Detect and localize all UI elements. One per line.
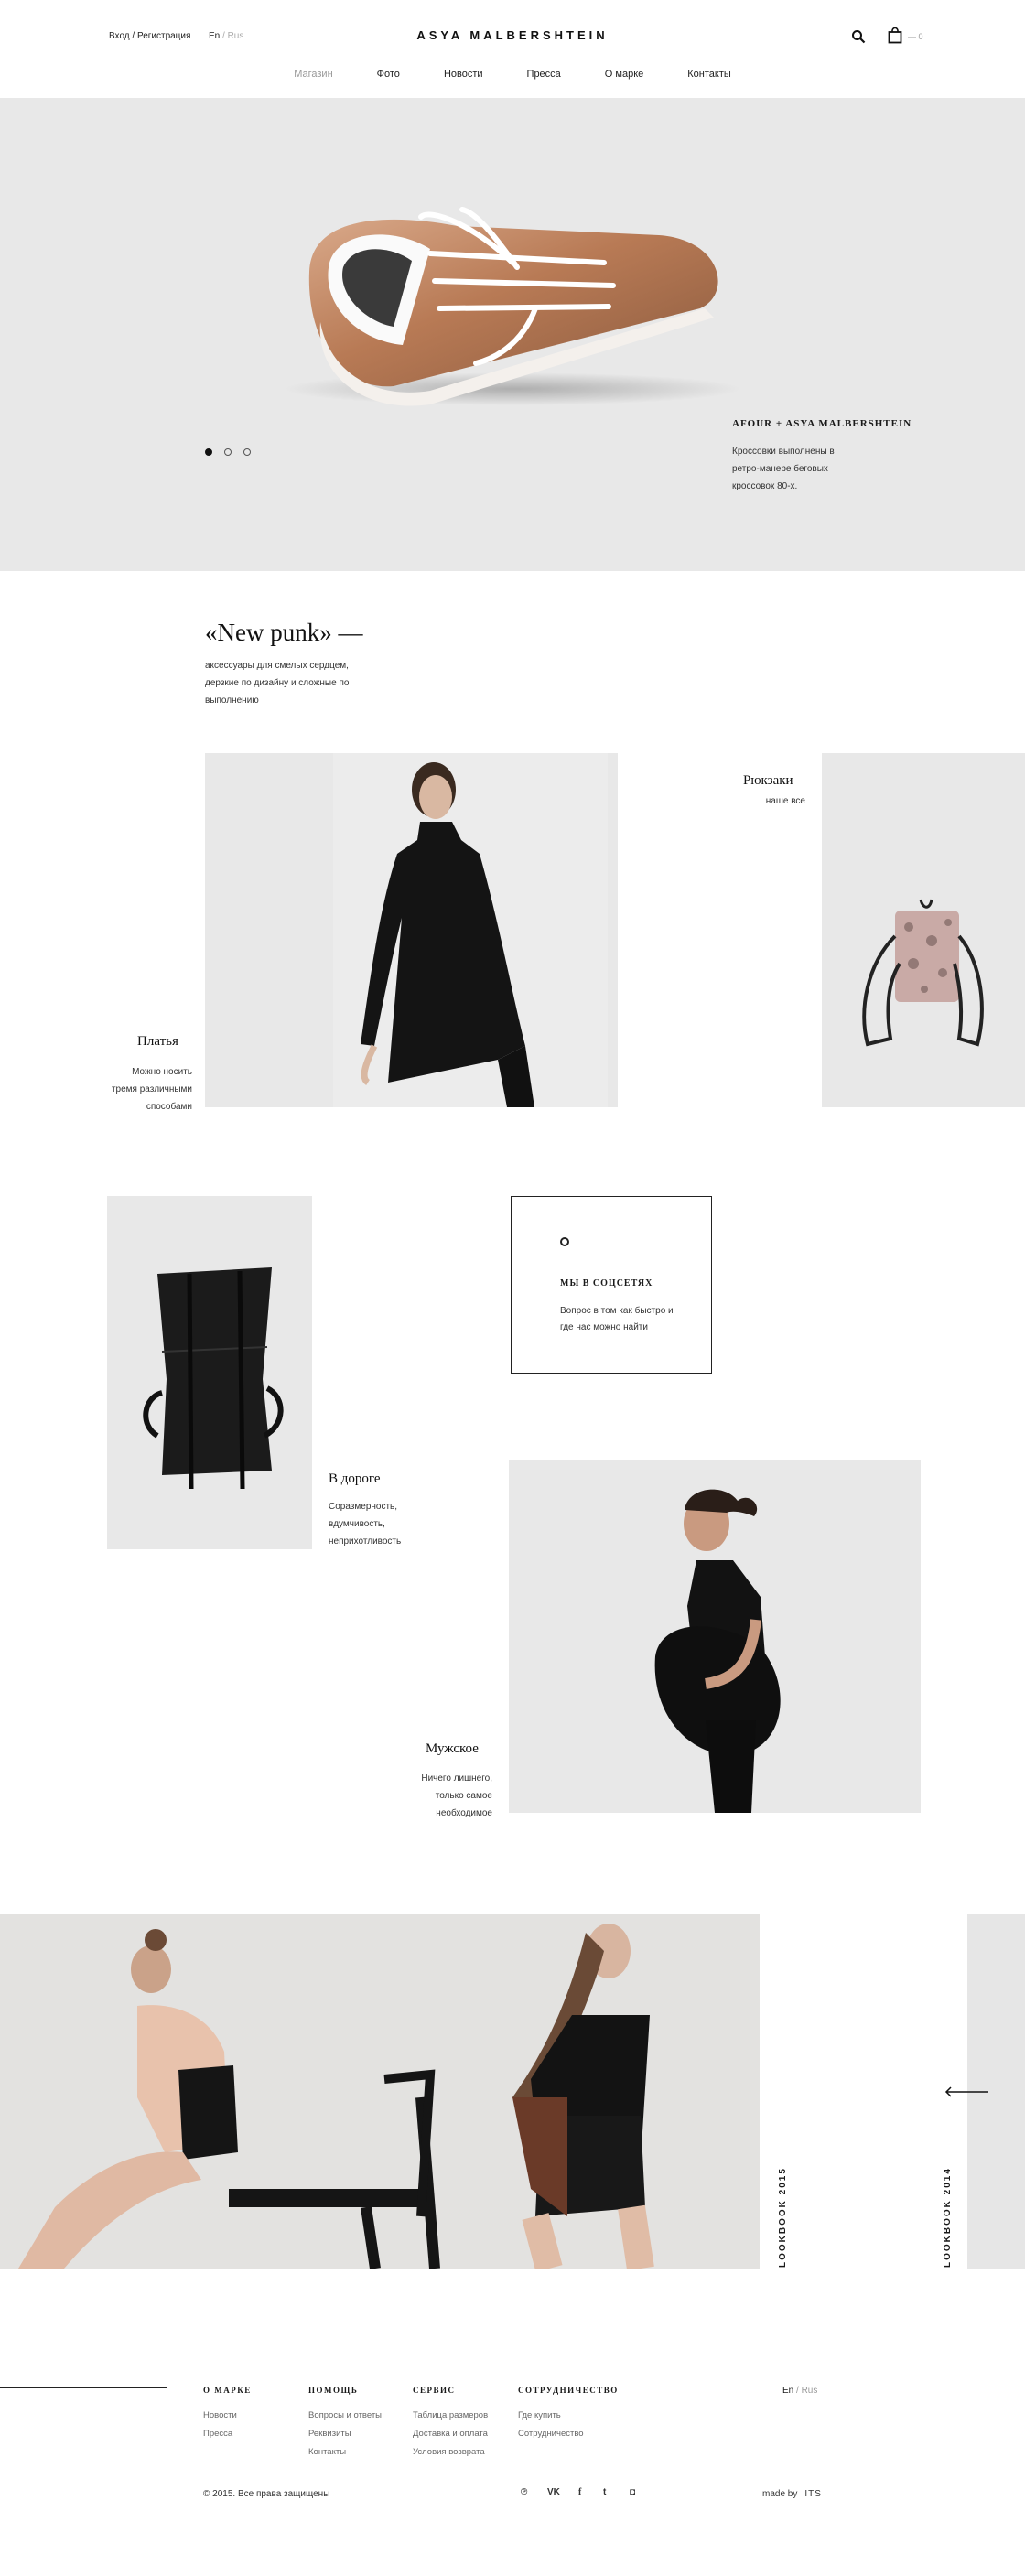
black-backpack-image (143, 1267, 284, 1490)
footer-partners-title: СОТРУДНИЧЕСТВО (518, 2386, 619, 2395)
section-subtitle: аксессуары для смелых сердцем, дерзкие п… (205, 661, 350, 706)
section-title: «New punk» — (205, 619, 363, 646)
man-with-bag-image (654, 1489, 781, 1813)
arrow-left-icon[interactable] (944, 2086, 990, 2097)
footer-about-title: О МАРКЕ (203, 2386, 252, 2395)
cart-count: — 0 (908, 32, 923, 41)
footer-link-partnership[interactable]: Сотрудничество (518, 2429, 584, 2439)
sneaker-image (284, 207, 741, 406)
lookbook-models-image (0, 1914, 760, 2269)
facebook-icon[interactable]: f (578, 2487, 581, 2497)
main-nav: Магазин Фото Новости Пресса О марке Конт… (0, 69, 1025, 80)
nav-contacts[interactable]: Контакты (665, 69, 753, 80)
footer-lang-en[interactable]: En (782, 2386, 793, 2396)
copyright: © 2015. Все права защищены (203, 2489, 330, 2499)
made-by-label: made by (762, 2489, 798, 2499)
lookbook-2015-photo[interactable] (0, 1914, 760, 2269)
backpacks-photo[interactable] (822, 753, 1025, 1107)
brand-logo[interactable]: ASYA MALBERSHTEIN (0, 28, 1025, 42)
nav-photo[interactable]: Фото (355, 69, 422, 80)
social-ring-icon (560, 1237, 569, 1246)
dress-model-image (333, 753, 608, 1107)
footer-link-faq[interactable]: Вопросы и ответы (308, 2410, 382, 2420)
lookbook-2014-label[interactable]: LOOKBOOK 2014 (943, 2167, 953, 2268)
footer-language-switcher[interactable]: En / Rus (782, 2386, 817, 2396)
nav-news[interactable]: Новости (422, 69, 505, 80)
hero-title: AFOUR + ASYA MALBERSHTEIN (732, 418, 912, 429)
footer-link-sizes[interactable]: Таблица размеров (413, 2410, 488, 2420)
pinterest-icon[interactable]: ℗ (521, 2487, 527, 2497)
dresses-text: Можно носить тремя различными способами (111, 1067, 192, 1112)
footer-help-title: ПОМОЩЬ (308, 2386, 359, 2395)
footer-link-delivery[interactable]: Доставка и оплата (413, 2429, 488, 2439)
vk-icon[interactable]: VK (547, 2487, 560, 2497)
footer-link-returns[interactable]: Условия возврата (413, 2447, 485, 2457)
nav-about[interactable]: О марке (583, 69, 665, 80)
hero-description: Кроссовки выполнены в ретро-манере бегов… (732, 447, 835, 491)
slider-dot-1[interactable] (205, 448, 212, 456)
shopping-bag-icon[interactable] (888, 27, 902, 44)
social-text: Вопрос в том как быстро и где нас можно … (560, 1306, 674, 1332)
footer-link-where-to-buy[interactable]: Где купить (518, 2410, 561, 2420)
backpacks-title[interactable]: Рюкзаки (743, 773, 793, 789)
slider-dot-3[interactable] (243, 448, 251, 456)
backpacks-text: наше все (765, 796, 805, 806)
nav-press[interactable]: Пресса (505, 69, 583, 80)
footer-divider (0, 2387, 167, 2388)
travel-photo[interactable] (107, 1196, 312, 1549)
made-by[interactable]: made by ITS (762, 2489, 822, 2499)
snake-backpack-image (862, 899, 984, 1047)
footer-link-contacts[interactable]: Контакты (308, 2447, 346, 2457)
made-by-studio[interactable]: ITS (804, 2489, 822, 2499)
footer-lang-rus[interactable]: Rus (802, 2386, 818, 2396)
men-photo[interactable] (509, 1460, 921, 1813)
footer-lang-separator: / (793, 2386, 802, 2396)
footer-link-press[interactable]: Пресса (203, 2429, 232, 2439)
nav-shop[interactable]: Магазин (272, 69, 354, 80)
footer-link-details[interactable]: Реквизиты (308, 2429, 351, 2439)
footer-link-news[interactable]: Новости (203, 2410, 237, 2420)
dresses-photo[interactable] (205, 753, 618, 1107)
travel-title[interactable]: В дороге (329, 1471, 381, 1487)
travel-text: Соразмерность, вдумчивость, неприхотливо… (329, 1502, 402, 1547)
lookbook-2015-label[interactable]: LOOKBOOK 2015 (778, 2167, 788, 2268)
twitter-icon[interactable]: t (603, 2487, 606, 2497)
men-text: Ничего лишнего, только самое необходимое (421, 1773, 492, 1818)
dresses-title[interactable]: Платья (137, 1034, 178, 1050)
men-title[interactable]: Мужское (426, 1741, 479, 1757)
instagram-icon[interactable]: ◘ (630, 2487, 635, 2497)
social-title[interactable]: МЫ В СОЦСЕТЯХ (560, 1278, 653, 1288)
hero-slider (0, 98, 1025, 571)
slider-dot-2[interactable] (224, 448, 232, 456)
footer-service-title: СЕРВИС (413, 2386, 456, 2395)
search-icon[interactable] (851, 29, 866, 44)
